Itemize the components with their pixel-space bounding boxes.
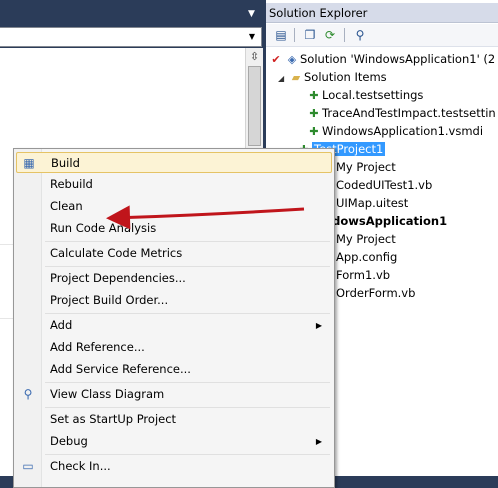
menu-item-check-in[interactable]: ▭ Check In... bbox=[16, 456, 332, 477]
tab-list-dropdown-icon[interactable]: ▼ bbox=[248, 9, 256, 19]
menu-item-view-class-diagram[interactable]: ⚲ View Class Diagram bbox=[16, 384, 332, 405]
submenu-arrow-icon: ▶ bbox=[315, 437, 322, 446]
menu-separator bbox=[45, 313, 330, 314]
menu-separator bbox=[45, 454, 330, 455]
menu-item-add-reference[interactable]: Add Reference... bbox=[16, 337, 332, 358]
chevron-down-icon[interactable]: ▼ bbox=[245, 30, 259, 44]
menu-item-set-startup-project[interactable]: Set as StartUp Project bbox=[16, 409, 332, 430]
menu-item-project-build-order[interactable]: Project Build Order... bbox=[16, 290, 332, 311]
toolbar-separator bbox=[344, 28, 345, 42]
tree-item-solution[interactable]: ✔ ◈ Solution 'WindowsApplication1' (2 pro bbox=[268, 50, 498, 68]
document-tab-strip: ▼ bbox=[0, 0, 263, 26]
tree-item-codeduitest1[interactable]: ▪CodedUITest1.vb bbox=[320, 176, 432, 194]
class-diagram-icon[interactable]: ⚲ bbox=[352, 27, 368, 43]
check-in-icon: ▭ bbox=[22, 459, 34, 473]
menu-separator bbox=[45, 382, 330, 383]
collapse-arrow-icon[interactable]: ◢ bbox=[278, 70, 288, 88]
submenu-arrow-icon: ▶ bbox=[315, 321, 322, 330]
class-diagram-icon: ⚲ bbox=[23, 387, 33, 401]
panel-title: Solution Explorer bbox=[269, 6, 368, 20]
solution-explorer-toolbar: ▤ ❐ ⟳ ⚲ bbox=[266, 24, 498, 47]
menu-item-build[interactable]: ▦ Build bbox=[16, 152, 332, 173]
menu-separator bbox=[45, 241, 330, 242]
tree-item-windowsapplication1[interactable]: indowsApplication1 bbox=[320, 212, 447, 230]
build-icon: ▦ bbox=[23, 156, 35, 170]
menu-item-add-service-reference[interactable]: Add Service Reference... bbox=[16, 359, 332, 380]
refresh-icon[interactable]: ⟳ bbox=[322, 27, 338, 43]
testsettings-file-icon: ✚ bbox=[309, 89, 319, 102]
menu-item-debug[interactable]: Debug ▶ bbox=[16, 431, 332, 452]
project-context-menu: ▦ Build Rebuild Clean Run Code Analysis … bbox=[13, 148, 335, 488]
tree-item-vsmdi[interactable]: ✚ WindowsApplication1.vsmdi bbox=[306, 122, 483, 140]
vsmdi-file-icon: ✚ bbox=[309, 125, 319, 138]
show-all-files-icon[interactable]: ❐ bbox=[302, 27, 318, 43]
member-dropdown[interactable]: ▼ bbox=[0, 27, 262, 47]
menu-item-add[interactable]: Add ▶ bbox=[16, 315, 332, 336]
testsettings-file-icon: ✚ bbox=[309, 107, 319, 120]
properties-icon[interactable]: ▤ bbox=[273, 27, 289, 43]
tree-item-traceandtestimpact[interactable]: ✚ TraceAndTestImpact.testsettin bbox=[306, 104, 495, 122]
menu-item-run-code-analysis[interactable]: Run Code Analysis bbox=[16, 218, 332, 239]
checkmark-icon: ✔ bbox=[271, 53, 281, 66]
solution-icon: ◈ bbox=[287, 53, 297, 66]
tree-item-local-testsettings[interactable]: ✚ Local.testsettings bbox=[306, 86, 423, 104]
menu-item-calculate-code-metrics[interactable]: Calculate Code Metrics bbox=[16, 243, 332, 264]
split-window-icon[interactable]: ⇳ bbox=[248, 50, 261, 63]
toolbar-separator bbox=[294, 28, 295, 42]
menu-separator bbox=[45, 266, 330, 267]
menu-item-rebuild[interactable]: Rebuild bbox=[16, 174, 332, 195]
tree-item-solution-items[interactable]: ◢ ▰ Solution Items bbox=[278, 68, 387, 86]
scrollbar-thumb[interactable] bbox=[248, 66, 261, 146]
solution-explorer-title-bar: Solution Explorer bbox=[266, 3, 498, 23]
menu-item-clean[interactable]: Clean bbox=[16, 196, 332, 217]
menu-item-project-dependencies[interactable]: Project Dependencies... bbox=[16, 268, 332, 289]
menu-separator bbox=[45, 407, 330, 408]
folder-icon: ▰ bbox=[291, 71, 301, 84]
